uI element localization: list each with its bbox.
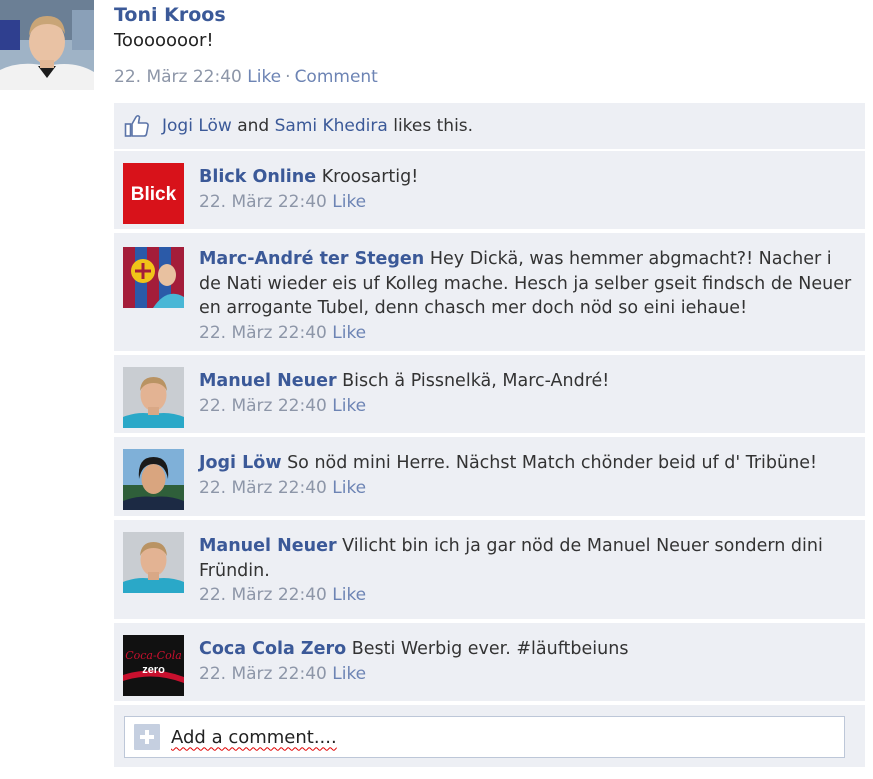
likes-row: Jogi Löw and Sami Khedira likes this. bbox=[114, 103, 865, 151]
likes-suffix: likes this. bbox=[393, 116, 474, 136]
comment-author[interactable]: Marc-André ter Stegen bbox=[199, 249, 424, 269]
commenter-avatar[interactable]: Coca-Cola zero bbox=[123, 635, 184, 696]
comment-like-link[interactable]: Like bbox=[332, 664, 366, 684]
comment-like-link[interactable]: Like bbox=[332, 323, 366, 343]
comment-timestamp[interactable]: 22. März 22:40 bbox=[199, 323, 327, 343]
comment-timestamp[interactable]: 22. März 22:40 bbox=[199, 478, 327, 498]
post-timestamp[interactable]: 22. März 22:40 bbox=[114, 67, 242, 87]
comment-like-link[interactable]: Like bbox=[332, 396, 366, 416]
add-comment-row: Add a comment.... bbox=[114, 705, 865, 767]
thumbs-up-icon bbox=[124, 114, 149, 137]
post-text: Tooooooor! bbox=[114, 30, 214, 51]
comment-timestamp[interactable]: 22. März 22:40 bbox=[199, 396, 327, 416]
post-meta: 22. März 22:40 Like · Comment bbox=[114, 67, 378, 87]
comment-timestamp[interactable]: 22. März 22:40 bbox=[199, 664, 327, 684]
comment-timestamp[interactable]: 22. März 22:40 bbox=[199, 192, 327, 212]
zero-logo-text: zero bbox=[142, 664, 165, 676]
post-author-avatar[interactable] bbox=[0, 0, 94, 90]
add-comment-input[interactable]: Add a comment.... bbox=[124, 716, 845, 758]
comment-item: Jogi Löw So nöd mini Herre. Nächst Match… bbox=[114, 437, 865, 520]
commenter-avatar[interactable] bbox=[123, 247, 184, 308]
comment-author[interactable]: Jogi Löw bbox=[199, 453, 282, 473]
comment-item: Manuel Neuer Vilicht bin ich ja gar nöd … bbox=[114, 520, 865, 623]
liker-name-1[interactable]: Jogi Löw bbox=[162, 116, 232, 136]
comment-item: Coca-Cola zero Coca Cola Zero Besti Werb… bbox=[114, 623, 865, 705]
post-like-link[interactable]: Like bbox=[247, 67, 281, 87]
commenter-avatar[interactable] bbox=[123, 449, 184, 510]
commenter-avatar[interactable]: Blick bbox=[123, 163, 184, 224]
commenter-avatar[interactable] bbox=[123, 367, 184, 428]
add-comment-placeholder: Add a comment.... bbox=[171, 726, 337, 748]
blick-logo-text: Blick bbox=[131, 184, 177, 205]
comment-like-link[interactable]: Like bbox=[332, 585, 366, 605]
comment-like-link[interactable]: Like bbox=[332, 478, 366, 498]
comment-author[interactable]: Coca Cola Zero bbox=[199, 639, 346, 659]
comment-item: Marc-André ter Stegen Hey Dickä, was hem… bbox=[114, 233, 865, 355]
post-author-name[interactable]: Toni Kroos bbox=[114, 4, 226, 26]
comment-timestamp[interactable]: 22. März 22:40 bbox=[199, 585, 327, 605]
separator: · bbox=[285, 67, 291, 87]
comment-item: Manuel Neuer Bisch ä Pissnelkä, Marc-And… bbox=[114, 355, 865, 437]
liker-name-2[interactable]: Sami Khedira bbox=[275, 116, 388, 136]
comment-like-link[interactable]: Like bbox=[332, 192, 366, 212]
comment-item: Blick Blick Online Kroosartig! 22. März … bbox=[114, 151, 865, 233]
post-comment-link[interactable]: Comment bbox=[295, 67, 378, 87]
comments-section: Jogi Löw and Sami Khedira likes this. Bl… bbox=[114, 103, 865, 767]
comment-author[interactable]: Blick Online bbox=[199, 167, 316, 187]
comment-text: Besti Werbig ever. #läuftbeiuns bbox=[351, 639, 629, 659]
comment-text: Kroosartig! bbox=[321, 167, 419, 187]
comment-author[interactable]: Manuel Neuer bbox=[199, 371, 337, 391]
plus-icon bbox=[134, 724, 160, 750]
comment-text: Bisch ä Pissnelkä, Marc-André! bbox=[342, 371, 610, 391]
coca-cola-logo-text: Coca-Cola bbox=[125, 649, 182, 662]
commenter-avatar[interactable] bbox=[123, 532, 184, 593]
comment-author[interactable]: Manuel Neuer bbox=[199, 536, 337, 556]
comment-text: So nöd mini Herre. Nächst Match chönder … bbox=[287, 453, 817, 473]
likes-and: and bbox=[237, 116, 270, 136]
